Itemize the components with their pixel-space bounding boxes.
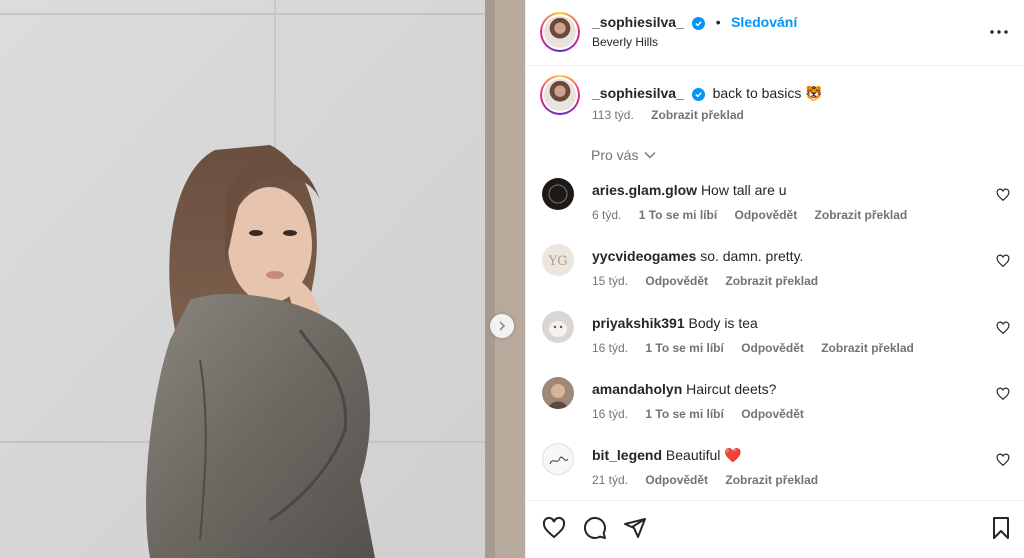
author-avatar[interactable] <box>540 12 580 52</box>
comment-item: aries.glam.glow How tall are u 6 týd. 1 … <box>540 178 1010 234</box>
author-username[interactable]: _sophiesilva_ <box>592 14 684 30</box>
heart-icon <box>542 516 566 539</box>
more-options-button[interactable] <box>989 22 1009 42</box>
comment-like-heart-icon[interactable] <box>996 254 1010 268</box>
verified-badge-icon <box>691 88 705 101</box>
reply-button[interactable]: Odpovědět <box>741 407 804 421</box>
more-options-icon <box>990 30 1008 34</box>
comment-meta: 6 týd. 1 To se mi líbí Odpovědět Zobrazi… <box>592 208 921 222</box>
comment-like-heart-icon[interactable] <box>996 321 1010 335</box>
comment-likes[interactable]: 1 To se mi líbí <box>645 407 723 421</box>
commenter-username[interactable]: amandaholyn <box>592 381 682 397</box>
caption-translate-link[interactable]: Zobrazit překlad <box>651 108 744 122</box>
comment-meta: 15 týd. Odpovědět Zobrazit překlad <box>592 274 832 288</box>
translate-link[interactable]: Zobrazit překlad <box>815 208 908 222</box>
comment-body: bit_legend Beautiful ❤️ <box>592 447 742 464</box>
svg-text:YG: YG <box>548 254 568 269</box>
comment-button[interactable] <box>582 515 608 541</box>
verified-badge-icon <box>692 17 706 30</box>
following-button[interactable]: Sledování <box>731 14 797 30</box>
comment-text: Haircut deets? <box>686 381 777 397</box>
chevron-down-icon <box>644 152 656 159</box>
comment-time[interactable]: 21 týd. <box>592 473 628 487</box>
post-location[interactable]: Beverly Hills <box>592 35 658 49</box>
caption-line: _sophiesilva_ back to basics 🐯 <box>592 85 823 102</box>
commenter-avatar[interactable] <box>542 377 574 409</box>
commenter-username[interactable]: bit_legend <box>592 447 662 463</box>
comment-item: priyakshik391 Body is tea 16 týd. 1 To s… <box>540 311 1010 367</box>
comment-text: How tall are u <box>700 182 787 198</box>
comment-meta: 21 týd. Odpovědět Zobrazit překlad <box>592 473 832 487</box>
commenter-avatar[interactable]: YG <box>542 244 574 276</box>
comment-text: Body is tea <box>688 315 758 331</box>
comment-meta: 16 týd. 1 To se mi líbí Odpovědět <box>592 407 818 421</box>
comments-sort-dropdown[interactable]: Pro vás <box>591 147 656 163</box>
caption-text: back to basics 🐯 <box>712 85 823 101</box>
reply-button[interactable]: Odpovědět <box>645 274 708 288</box>
caption-time[interactable]: 113 týd. <box>592 108 634 122</box>
commenter-username[interactable]: yycvideogames <box>592 248 696 264</box>
reply-button[interactable]: Odpovědět <box>645 473 708 487</box>
comment-icon <box>583 516 606 539</box>
comment-like-heart-icon[interactable] <box>996 387 1010 401</box>
post-header: _sophiesilva_ • Sledování Beverly Hills <box>526 0 1024 66</box>
post-side-panel: _sophiesilva_ • Sledování Beverly Hills … <box>525 0 1024 558</box>
commenter-avatar[interactable] <box>542 443 574 475</box>
comment-meta: 16 týd. 1 To se mi líbí Odpovědět Zobraz… <box>592 341 928 355</box>
comment-body: aries.glam.glow How tall are u <box>592 182 787 198</box>
comment-text: Beautiful ❤️ <box>665 447 742 463</box>
translate-link[interactable]: Zobrazit překlad <box>821 341 914 355</box>
comment-item: amandaholyn Haircut deets? 16 týd. 1 To … <box>540 377 1010 433</box>
comment-likes[interactable]: 1 To se mi líbí <box>639 208 717 222</box>
comment-time[interactable]: 15 týd. <box>592 274 628 288</box>
share-icon <box>624 518 646 538</box>
comment-item: YG yycvideogames so. damn. pretty. 15 tý… <box>540 244 1010 300</box>
comment-body: yycvideogames so. damn. pretty. <box>592 248 803 264</box>
share-button[interactable] <box>622 515 648 541</box>
commenter-avatar[interactable] <box>542 311 574 343</box>
bookmark-icon <box>993 517 1009 539</box>
caption-meta: 113 týd. Zobrazit překlad <box>592 108 744 122</box>
comment-time[interactable]: 16 týd. <box>592 407 628 421</box>
caption-author-avatar[interactable] <box>540 75 580 115</box>
next-photo-button[interactable] <box>490 314 514 338</box>
comment-like-heart-icon[interactable] <box>996 188 1010 202</box>
post-action-bar <box>526 500 1024 558</box>
like-button[interactable] <box>541 515 567 541</box>
comment-item: bit_legend Beautiful ❤️ 21 týd. Odpovědě… <box>540 443 1010 499</box>
comment-time[interactable]: 16 týd. <box>592 341 628 355</box>
commenter-username[interactable]: priyakshik391 <box>592 315 685 331</box>
comments-sort-label: Pro vás <box>591 147 639 163</box>
comment-body: amandaholyn Haircut deets? <box>592 381 776 397</box>
comment-time[interactable]: 6 týd. <box>592 208 621 222</box>
comment-likes[interactable]: 1 To se mi líbí <box>645 341 723 355</box>
reply-button[interactable]: Odpovědět <box>735 208 798 222</box>
photo-image <box>0 0 525 558</box>
translate-link[interactable]: Zobrazit překlad <box>725 473 818 487</box>
commenter-avatar[interactable] <box>542 178 574 210</box>
chevron-right-icon <box>499 321 506 331</box>
save-button[interactable] <box>988 515 1014 541</box>
post-photo <box>0 0 525 558</box>
comment-body: priyakshik391 Body is tea <box>592 315 758 331</box>
translate-link[interactable]: Zobrazit překlad <box>725 274 818 288</box>
reply-button[interactable]: Odpovědět <box>741 341 804 355</box>
separator-dot: • <box>715 14 721 30</box>
comment-text: so. damn. pretty. <box>700 248 804 264</box>
comment-like-heart-icon[interactable] <box>996 453 1010 467</box>
commenter-username[interactable]: aries.glam.glow <box>592 182 697 198</box>
caption-username[interactable]: _sophiesilva_ <box>592 85 684 101</box>
